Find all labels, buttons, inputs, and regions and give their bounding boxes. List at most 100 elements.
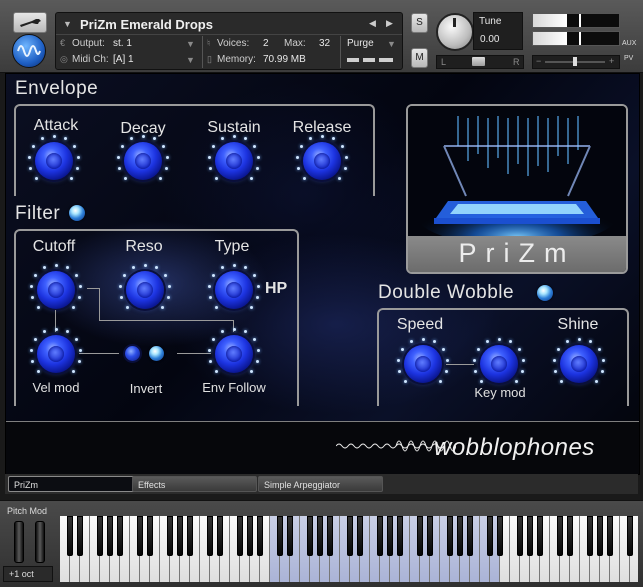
- collapse-arrow-icon[interactable]: ▼: [63, 19, 72, 29]
- output-dropdown-icon[interactable]: ▼: [186, 39, 195, 49]
- tune-knob[interactable]: [436, 13, 474, 51]
- purge-dropdown-icon[interactable]: ▼: [387, 39, 396, 49]
- black-key[interactable]: [417, 516, 423, 556]
- decay-knob[interactable]: [124, 142, 162, 180]
- black-key[interactable]: [237, 516, 243, 556]
- voices-label: Voices:: [217, 38, 250, 49]
- black-key[interactable]: [277, 516, 283, 556]
- black-key[interactable]: [607, 516, 613, 556]
- piano-keyboard[interactable]: [60, 516, 638, 582]
- black-key[interactable]: [587, 516, 593, 556]
- reso-label: Reso: [125, 238, 163, 255]
- black-key[interactable]: [627, 516, 633, 556]
- tab-prizm[interactable]: PriZm: [8, 476, 135, 492]
- purge-menu[interactable]: Purge: [347, 38, 374, 49]
- keymod-knob[interactable]: [480, 345, 518, 383]
- black-key[interactable]: [247, 516, 253, 556]
- pan-handle[interactable]: [472, 57, 485, 66]
- aux-button[interactable]: AUX: [622, 40, 636, 47]
- black-key[interactable]: [487, 516, 493, 556]
- type-knob[interactable]: [215, 271, 253, 309]
- knob-tick: [30, 360, 34, 364]
- black-key[interactable]: [147, 516, 153, 556]
- velmod-label: Vel mod: [32, 380, 80, 395]
- envfollow-knob[interactable]: [215, 335, 253, 373]
- black-key[interactable]: [217, 516, 223, 556]
- black-key[interactable]: [357, 516, 363, 556]
- double-wobble-enable-button[interactable]: [537, 285, 553, 301]
- black-key[interactable]: [457, 516, 463, 556]
- knob-tick: [52, 134, 56, 138]
- black-key[interactable]: [427, 516, 433, 556]
- velmod-knob[interactable]: [37, 335, 75, 373]
- volume-minus-label: −: [536, 56, 542, 66]
- knob-tick: [208, 360, 212, 364]
- black-key[interactable]: [257, 516, 263, 556]
- black-key[interactable]: [537, 516, 543, 556]
- black-key[interactable]: [447, 516, 453, 556]
- mute-button[interactable]: M: [411, 48, 428, 68]
- instrument-name[interactable]: PriZm Emerald Drops: [80, 17, 213, 32]
- black-key[interactable]: [527, 516, 533, 556]
- tune-label: Tune: [479, 16, 502, 27]
- black-key[interactable]: [517, 516, 523, 556]
- black-key[interactable]: [207, 516, 213, 556]
- volume-handle[interactable]: [573, 57, 577, 66]
- pan-slider[interactable]: L R: [436, 55, 524, 69]
- pv-button[interactable]: PV: [624, 55, 633, 62]
- knob-tick: [118, 284, 122, 288]
- black-key[interactable]: [167, 516, 173, 556]
- octave-label[interactable]: +1 oct: [9, 569, 34, 579]
- black-key[interactable]: [117, 516, 123, 556]
- attack-knob[interactable]: [35, 142, 73, 180]
- tune-value[interactable]: 0.00: [480, 34, 499, 45]
- knob-tick: [257, 348, 261, 352]
- black-key[interactable]: [387, 516, 393, 556]
- tab-simple-arpeggiator[interactable]: Simple Arpeggiator: [258, 476, 383, 492]
- volume-slider[interactable]: − +: [532, 55, 620, 69]
- filter-enable-button[interactable]: [69, 205, 85, 221]
- reso-knob[interactable]: [126, 271, 164, 309]
- knob-tick: [320, 134, 324, 138]
- knob-tick: [208, 296, 212, 300]
- black-key[interactable]: [497, 516, 503, 556]
- black-key[interactable]: [467, 516, 473, 556]
- midi-channel-select[interactable]: [A] 1: [113, 54, 134, 65]
- sustain-knob[interactable]: [215, 142, 253, 180]
- black-key[interactable]: [597, 516, 603, 556]
- black-key[interactable]: [557, 516, 563, 556]
- black-key[interactable]: [77, 516, 83, 556]
- black-key[interactable]: [67, 516, 73, 556]
- black-key[interactable]: [317, 516, 323, 556]
- black-key[interactable]: [137, 516, 143, 556]
- invert-button-left[interactable]: [125, 346, 140, 361]
- black-key[interactable]: [567, 516, 573, 556]
- output-select[interactable]: st. 1: [113, 38, 132, 49]
- black-key[interactable]: [347, 516, 353, 556]
- invert-button-right[interactable]: [149, 346, 164, 361]
- mod-wheel[interactable]: [35, 521, 45, 563]
- solo-button[interactable]: S: [411, 13, 428, 33]
- knob-tick: [74, 337, 78, 341]
- black-key[interactable]: [177, 516, 183, 556]
- max-voices-value[interactable]: 32: [319, 38, 330, 49]
- black-key[interactable]: [377, 516, 383, 556]
- speed-knob[interactable]: [404, 345, 442, 383]
- black-key[interactable]: [397, 516, 403, 556]
- black-key[interactable]: [307, 516, 313, 556]
- shine-knob[interactable]: [560, 345, 598, 383]
- black-key[interactable]: [107, 516, 113, 556]
- midi-dropdown-icon[interactable]: ▼: [186, 55, 195, 65]
- settings-button[interactable]: [13, 12, 47, 33]
- pitch-bend-wheel[interactable]: [14, 521, 24, 563]
- black-key[interactable]: [187, 516, 193, 556]
- release-knob[interactable]: [303, 142, 341, 180]
- tab-effects[interactable]: Effects: [132, 476, 257, 492]
- next-instrument-arrow-icon[interactable]: ▶: [386, 18, 393, 29]
- black-key[interactable]: [97, 516, 103, 556]
- prev-instrument-arrow-icon[interactable]: ◀: [369, 18, 376, 29]
- black-key[interactable]: [327, 516, 333, 556]
- knob-tick: [602, 358, 606, 362]
- black-key[interactable]: [287, 516, 293, 556]
- cutoff-knob[interactable]: [37, 271, 75, 309]
